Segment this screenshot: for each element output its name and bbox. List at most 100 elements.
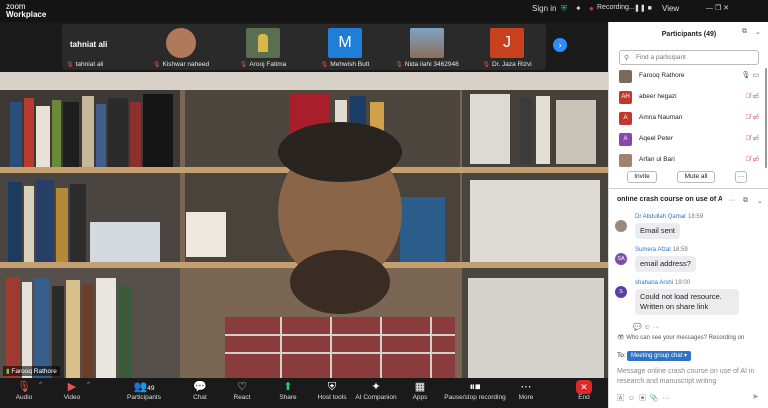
- tile-name: 🎙 tahniat ali: [66, 61, 104, 68]
- strip-tile[interactable]: 🎙 Arooj Fatima: [224, 24, 302, 70]
- meeting-toolbar: 🎙 Audio ^ ▶ Video ^ 👥49 Participants 💬 Chat ♡ R…: [0, 378, 608, 408]
- host-tools-button[interactable]: ⛨ Host tools: [310, 380, 354, 401]
- participants-button[interactable]: 👥49 Participants: [120, 380, 168, 401]
- zoom-window: zoom Workplace Sign in ⛨ ✦ ● Recording..…: [0, 0, 768, 408]
- chevron-up-icon[interactable]: ^: [87, 382, 90, 388]
- chevron-right-icon[interactable]: ›: [553, 38, 567, 52]
- muted-mic-video-icon[interactable]: 🎙̸ ▭̸: [745, 113, 759, 121]
- screenshot-icon[interactable]: ▣: [639, 395, 646, 402]
- participant-row[interactable]: A Aqeel Peter 🎙̸ ▭̸: [619, 131, 759, 149]
- strip-tile[interactable]: 🎙 Kishwar naheed: [142, 24, 220, 70]
- participant-avatar: AH: [619, 91, 632, 104]
- recording-button[interactable]: ⏸⏹ Pause/stop recording: [440, 380, 510, 401]
- zoom-logo: zoom Workplace: [6, 3, 46, 19]
- more-icon: ⋯: [520, 381, 532, 393]
- chat-title: online crash course on use of AI i...: [617, 196, 722, 203]
- main-video: ▮ Farooq Rathore: [0, 72, 608, 378]
- muted-mic-icon: 🎙: [239, 62, 248, 68]
- sender-avatar: S: [615, 286, 627, 298]
- participant-name: Aqeel Peter: [639, 135, 673, 142]
- emoji-icon[interactable]: ☺: [628, 395, 635, 402]
- side-panel: Participants (49) ⧉ ⌄ ⚲ Find a participan…: [608, 22, 768, 408]
- muted-mic-video-icon[interactable]: 🎙̸ ▭̸: [745, 155, 759, 163]
- pop-out-icon[interactable]: ⧉: [742, 28, 747, 36]
- view-button[interactable]: View: [662, 4, 679, 13]
- strip-tile[interactable]: J 🎙 Dr. Jaza Rizvi: [468, 24, 546, 70]
- format-icon[interactable]: 🄰: [617, 395, 624, 402]
- more-options-button[interactable]: ···: [735, 171, 747, 183]
- participants-scrollbar[interactable]: [765, 68, 767, 168]
- collapse-icon[interactable]: ⌄: [757, 197, 763, 205]
- tile-name: 🎙 Dr. Jaza Rizvi: [482, 61, 532, 68]
- audio-button[interactable]: 🎙 Audio ^: [2, 380, 46, 401]
- window-controls[interactable]: — ❐ ✕: [706, 4, 729, 12]
- more-icon[interactable]: ···: [662, 395, 669, 402]
- speaker-video-frame: [0, 72, 608, 378]
- participant-avatar: A: [619, 112, 632, 125]
- recording-controls[interactable]: ❚❚ ■: [634, 4, 652, 12]
- emoji-icon[interactable]: ☺: [644, 324, 651, 331]
- speaker-name-label: ▮ Farooq Rathore: [3, 366, 60, 376]
- message-sender: Dr Abdullah Qamar 18:59: [635, 214, 704, 220]
- more-button[interactable]: ⋯ More: [504, 380, 548, 401]
- participant-avatar: [619, 154, 632, 167]
- invite-button[interactable]: Invite: [627, 171, 657, 183]
- pop-out-icon[interactable]: ⧉: [743, 197, 748, 205]
- collapse-icon[interactable]: ⌄: [755, 28, 761, 36]
- muted-mic-video-icon[interactable]: 🎙̸ ▭̸: [745, 92, 759, 100]
- message-input[interactable]: Message online crash course on use of AI…: [617, 367, 765, 387]
- participant-name: abeer hegazi: [639, 93, 677, 100]
- strip-tile[interactable]: 🎙 Nida ilahi 3462948: [388, 24, 466, 70]
- muted-mic-icon: 🎙: [320, 62, 329, 68]
- mute-all-button[interactable]: Mute all: [677, 171, 715, 183]
- tile-name: 🎙 Mehwish Butt: [320, 61, 370, 68]
- apps-button[interactable]: ▦ Apps: [398, 380, 442, 401]
- apps-icon: ▦: [414, 381, 426, 393]
- shield-icon: ⛨: [327, 381, 337, 393]
- recipient-select[interactable]: Meeting group chat ▾: [627, 351, 692, 361]
- participant-row[interactable]: Farooq Rathore 🎙 ▭: [619, 68, 759, 86]
- composer-toolbar: 🄰 ☺ ▣ 📎 ···: [617, 393, 669, 403]
- participant-row[interactable]: A Amna Nauman 🎙̸ ▭̸: [619, 110, 759, 128]
- chat-button[interactable]: 💬 Chat: [178, 380, 222, 401]
- strip-tile[interactable]: tahniat ali 🎙 tahniat ali: [62, 24, 140, 70]
- reply-icon[interactable]: 💬: [633, 324, 642, 331]
- sparkle-icon[interactable]: ✦: [575, 4, 582, 13]
- muted-mic-icon: 🎙: [152, 62, 161, 68]
- mic-icon[interactable]: 🎙 ▭: [742, 71, 759, 79]
- chevron-up-icon[interactable]: ^: [39, 382, 42, 388]
- share-icon: ⬆: [283, 381, 293, 393]
- more-icon[interactable]: ···: [653, 324, 660, 331]
- attach-icon[interactable]: 📎: [650, 395, 659, 402]
- eye-icon: 👁: [617, 335, 625, 341]
- more-icon[interactable]: ···: [729, 197, 736, 204]
- share-button[interactable]: ⬆ Share: [266, 380, 310, 401]
- participant-row[interactable]: AH abeer hegazi 🎙̸ ▭̸: [619, 89, 759, 107]
- message-bubble: email address?: [635, 256, 696, 272]
- signal-icon: ▮: [6, 368, 10, 375]
- who-can-see-notice[interactable]: 👁 Who can see your messages? Recording o…: [617, 334, 744, 341]
- ai-companion-button[interactable]: ✦ AI Companion: [354, 380, 398, 401]
- strip-tile[interactable]: M 🎙 Mehwish Butt: [306, 24, 384, 70]
- message-reactions[interactable]: 💬 ☺ ···: [633, 323, 660, 331]
- react-button[interactable]: ♡ React: [220, 380, 264, 401]
- participant-photo: [410, 28, 444, 58]
- participant-row[interactable]: Arfan ul Bari 🎙̸ ▭̸: [619, 152, 759, 170]
- muted-mic-video-icon[interactable]: 🎙̸ ▭̸: [745, 134, 759, 142]
- people-icon: 👥49: [133, 381, 155, 393]
- video-button[interactable]: ▶ Video ^: [50, 380, 94, 401]
- sign-in-link[interactable]: Sign in: [532, 4, 556, 13]
- pause-stop-icon: ⏸⏹: [469, 381, 481, 393]
- end-meeting-button[interactable]: ✕ End: [572, 380, 596, 401]
- sender-avatar: SA: [615, 253, 627, 265]
- message-bubble: Could not load resource. Written on shar…: [635, 289, 739, 315]
- participant-search-input[interactable]: ⚲ Find a participant: [619, 50, 759, 65]
- shield-icon[interactable]: ⛨: [561, 4, 567, 14]
- panel-divider: [609, 188, 768, 189]
- logo-line2: Workplace: [6, 10, 47, 19]
- tile-name: 🎙 Kishwar naheed: [152, 61, 210, 68]
- recording-dot-icon: ●: [589, 4, 594, 13]
- participant-initial-avatar: M: [328, 28, 362, 58]
- send-icon[interactable]: ➤: [752, 392, 759, 401]
- search-icon: ⚲: [624, 55, 630, 62]
